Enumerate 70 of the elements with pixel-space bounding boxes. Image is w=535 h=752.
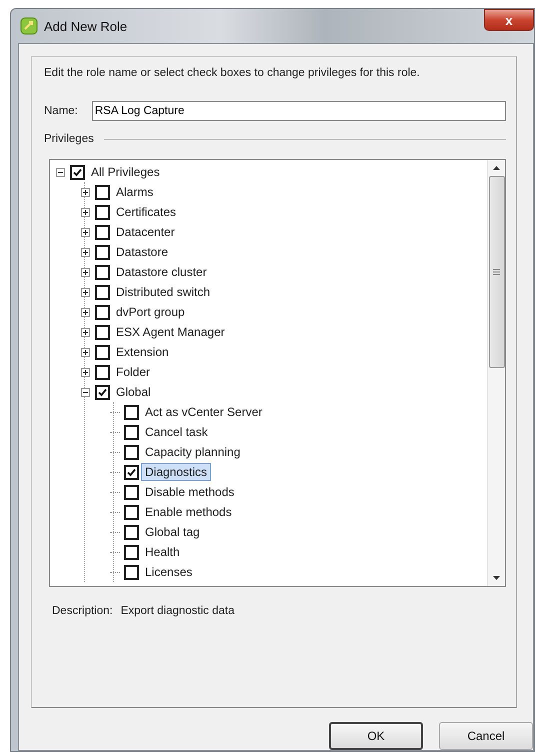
- close-button[interactable]: x: [484, 9, 534, 31]
- checkbox[interactable]: [124, 564, 139, 580]
- checkbox[interactable]: [95, 344, 110, 360]
- checkbox[interactable]: [70, 164, 85, 180]
- tree-item[interactable]: Folder: [112, 363, 154, 381]
- tree-item[interactable]: Datacenter: [112, 223, 179, 241]
- tree-item[interactable]: All Privileges: [87, 163, 164, 181]
- checkbox[interactable]: [95, 184, 110, 200]
- checkbox[interactable]: [95, 384, 110, 400]
- tree-item[interactable]: dvPort group: [112, 303, 189, 321]
- expand-icon[interactable]: [81, 228, 90, 236]
- expand-icon[interactable]: [81, 368, 90, 376]
- checkbox[interactable]: [95, 364, 110, 380]
- scroll-thumb[interactable]: [488, 176, 504, 368]
- tree-item[interactable]: Distributed switch: [112, 283, 214, 301]
- tree-item[interactable]: Health: [141, 543, 184, 561]
- tree-item[interactable]: Disable methods: [141, 483, 238, 501]
- dialog-button[interactable]: OK: [329, 722, 423, 750]
- name-field[interactable]: RSA Log Capture: [92, 101, 506, 121]
- checkbox[interactable]: [95, 264, 110, 280]
- tree-item[interactable]: Licenses: [141, 563, 196, 581]
- checkbox[interactable]: [124, 424, 139, 440]
- tree-item[interactable]: Cancel task: [141, 423, 212, 441]
- expand-icon[interactable]: [81, 188, 90, 196]
- tree-item[interactable]: Datastore cluster: [112, 263, 211, 281]
- tree-item[interactable]: Global: [112, 383, 155, 401]
- tree-item[interactable]: Act as vCenter Server: [141, 403, 266, 421]
- expand-icon[interactable]: [81, 348, 90, 356]
- checkbox[interactable]: [95, 284, 110, 300]
- tree-item[interactable]: Diagnostics: [141, 463, 212, 481]
- checkbox[interactable]: [124, 544, 139, 560]
- expand-icon[interactable]: [81, 208, 90, 216]
- checkbox[interactable]: [124, 504, 139, 520]
- instruction-text: Edit the role name or select check boxes to change privileges for this role.: [44, 67, 421, 79]
- checkbox[interactable]: [95, 304, 110, 320]
- tree-item[interactable]: Datastore: [112, 243, 172, 261]
- description-label: Description:: [52, 605, 113, 617]
- expand-icon[interactable]: [81, 288, 90, 296]
- collapse-icon[interactable]: [81, 388, 90, 396]
- scroll-up-icon[interactable]: [493, 166, 500, 170]
- expand-icon[interactable]: [81, 268, 90, 276]
- checkbox[interactable]: [124, 464, 139, 480]
- name-label: Name:: [44, 105, 78, 117]
- privileges-label: Privileges: [44, 133, 94, 145]
- role-icon: [20, 17, 38, 35]
- tree-item[interactable]: Alarms: [112, 183, 158, 201]
- description-text: Export diagnostic data: [120, 605, 235, 617]
- checkbox[interactable]: [95, 244, 110, 260]
- checkbox[interactable]: [124, 444, 139, 460]
- tree-item[interactable]: Capacity planning: [141, 443, 244, 461]
- scroll-down-icon[interactable]: [493, 576, 500, 580]
- collapse-icon[interactable]: [56, 168, 65, 176]
- checkbox[interactable]: [95, 324, 110, 340]
- tree-item[interactable]: Certificates: [112, 203, 180, 221]
- window-title: Add New Role: [44, 18, 128, 34]
- expand-icon[interactable]: [81, 248, 90, 256]
- tree-item[interactable]: Global tag: [141, 523, 204, 541]
- dialog-button[interactable]: Cancel: [439, 722, 533, 750]
- tree-item[interactable]: ESX Agent Manager: [112, 323, 229, 341]
- tree-item[interactable]: Enable methods: [141, 503, 236, 521]
- checkbox[interactable]: [124, 404, 139, 420]
- checkbox[interactable]: [95, 224, 110, 240]
- checkbox[interactable]: [124, 524, 139, 540]
- expand-icon[interactable]: [81, 328, 90, 336]
- expand-icon[interactable]: [81, 308, 90, 316]
- scrollbar[interactable]: [487, 160, 505, 586]
- checkbox[interactable]: [95, 204, 110, 220]
- checkbox[interactable]: [124, 484, 139, 500]
- tree-item[interactable]: Extension: [112, 343, 173, 361]
- grip-icon: [493, 269, 500, 275]
